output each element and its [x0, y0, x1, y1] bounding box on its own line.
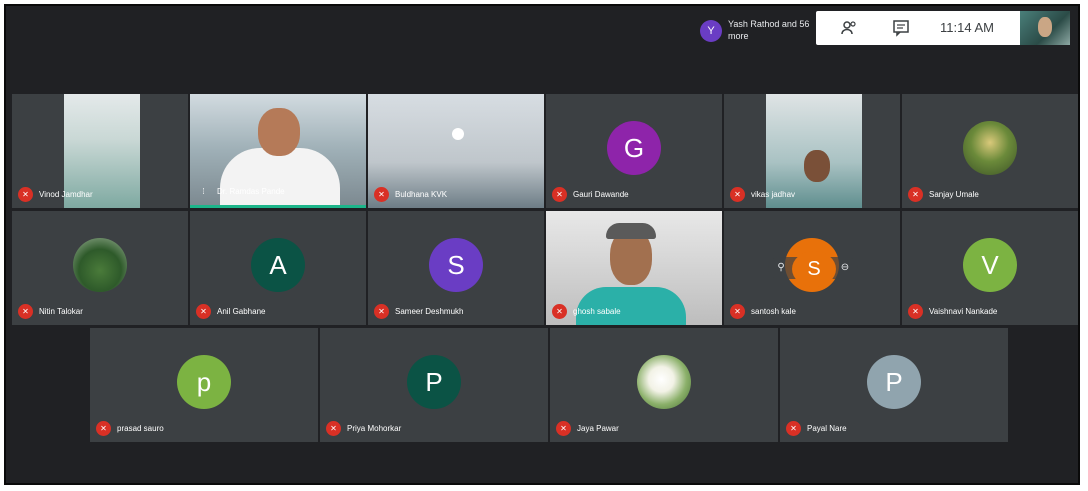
mic-off-icon: ✕ — [96, 420, 111, 436]
mic-off-icon: ✕ — [326, 420, 341, 436]
meeting-toolbar: 11:14 AM — [816, 11, 1024, 45]
mic-off-icon: ✕ — [786, 420, 801, 436]
participant-avatar: V — [963, 238, 1017, 292]
participant-name: Sanjay Umale — [929, 189, 979, 199]
mic-off-icon: ✕ — [374, 186, 389, 202]
mic-off-icon: ✕ — [374, 303, 389, 319]
mic-off-icon: ✕ — [556, 420, 571, 436]
mic-off-icon: ✕ — [18, 303, 33, 319]
top-bar: Y Yash Rathod and 56 more 11:14 AM — [6, 6, 1078, 94]
participant-photo — [637, 355, 691, 409]
participant-name: santosh kale — [751, 306, 796, 316]
participant-avatar: S — [429, 238, 483, 292]
notification-text: Yash Rathod and 56 more — [728, 19, 810, 41]
mic-off-icon: ✕ — [730, 186, 745, 202]
participant-name: Nitin Talokar — [39, 306, 83, 316]
participant-name: prasad sauro — [117, 423, 164, 433]
participant-name: vikas jadhav — [751, 189, 796, 199]
mic-off-icon: ✕ — [196, 303, 211, 319]
meeting-clock: 11:14 AM — [940, 20, 994, 35]
participant-name: Gauri Dawande — [573, 189, 629, 199]
participant-tile[interactable]: P ✕ Priya Mohorkar — [320, 328, 548, 442]
participant-name: Payal Nare — [807, 423, 847, 433]
speaking-icon: ⁞ — [202, 186, 205, 196]
participant-avatar: P — [867, 355, 921, 409]
participant-avatar: A — [251, 238, 305, 292]
participant-name: Anil Gabhane — [217, 306, 266, 316]
participant-tile[interactable]: S ⚲ ⊖ S ✕santosh kale — [724, 211, 900, 325]
mic-off-icon: ✕ — [18, 186, 33, 202]
mic-off-icon: ✕ — [552, 303, 567, 319]
participant-tile[interactable]: S ✕ Sameer Deshmukh — [368, 211, 544, 325]
participant-tile[interactable]: ✕ Vinod Jamdhar — [12, 94, 188, 208]
participant-name: Dr. Ramdas Pande — [217, 186, 285, 196]
participant-name: ghosh sabale — [573, 306, 621, 316]
participant-avatar-overlay: S — [792, 251, 836, 287]
participant-tile-active-speaker[interactable]: ⁞ Dr. Ramdas Pande — [190, 94, 366, 208]
participant-tile[interactable]: P ✕ Payal Nare — [780, 328, 1008, 442]
self-view-thumbnail[interactable] — [1020, 11, 1070, 45]
mic-off-icon: ✕ — [730, 303, 745, 319]
participant-tile[interactable]: ✕ Nitin Talokar — [12, 211, 188, 325]
participant-tile[interactable]: G ✕ Gauri Dawande — [546, 94, 722, 208]
mic-off-icon: ✕ — [908, 186, 923, 202]
notification-avatar: Y — [700, 20, 722, 42]
participant-name: Sameer Deshmukh — [395, 306, 464, 316]
participant-name: Vinod Jamdhar — [39, 189, 93, 199]
pin-icon[interactable]: ⚲ — [774, 261, 788, 275]
participant-tile[interactable]: ✕ ghosh sabale — [546, 211, 722, 325]
participant-avatar: G — [607, 121, 661, 175]
participant-photo — [73, 238, 127, 292]
mic-off-icon: ✕ — [908, 303, 923, 319]
meet-window: Y Yash Rathod and 56 more 11:14 AM ✕ Vino… — [4, 4, 1080, 485]
participant-name: Priya Mohorkar — [347, 423, 402, 433]
participant-tile[interactable]: V ✕ Vaishnavi Nankade — [902, 211, 1078, 325]
participant-photo — [963, 121, 1017, 175]
chat-icon[interactable] — [892, 19, 910, 37]
participant-name: Vaishnavi Nankade — [929, 306, 998, 316]
participant-tile[interactable]: p ✕ prasad sauro — [90, 328, 318, 442]
participant-avatar: p — [177, 355, 231, 409]
people-icon[interactable] — [840, 19, 858, 37]
participant-tile[interactable]: ✕ vikas jadhav — [724, 94, 900, 208]
remove-icon[interactable]: ⊖ — [838, 261, 852, 275]
join-notification[interactable]: Y Yash Rathod and 56 more — [692, 12, 812, 48]
participant-avatar: P — [407, 355, 461, 409]
mic-off-icon: ✕ — [552, 186, 567, 202]
participant-name: Buldhana KVK — [395, 189, 448, 199]
participant-tile[interactable]: ✕ Sanjay Umale — [902, 94, 1078, 208]
participant-tile[interactable]: ✕ Buldhana KVK — [368, 94, 544, 208]
participant-name: Jaya Pawar — [577, 423, 619, 433]
participant-tile[interactable]: A ✕ Anil Gabhane — [190, 211, 366, 325]
participant-tile[interactable]: ✕ Jaya Pawar — [550, 328, 778, 442]
